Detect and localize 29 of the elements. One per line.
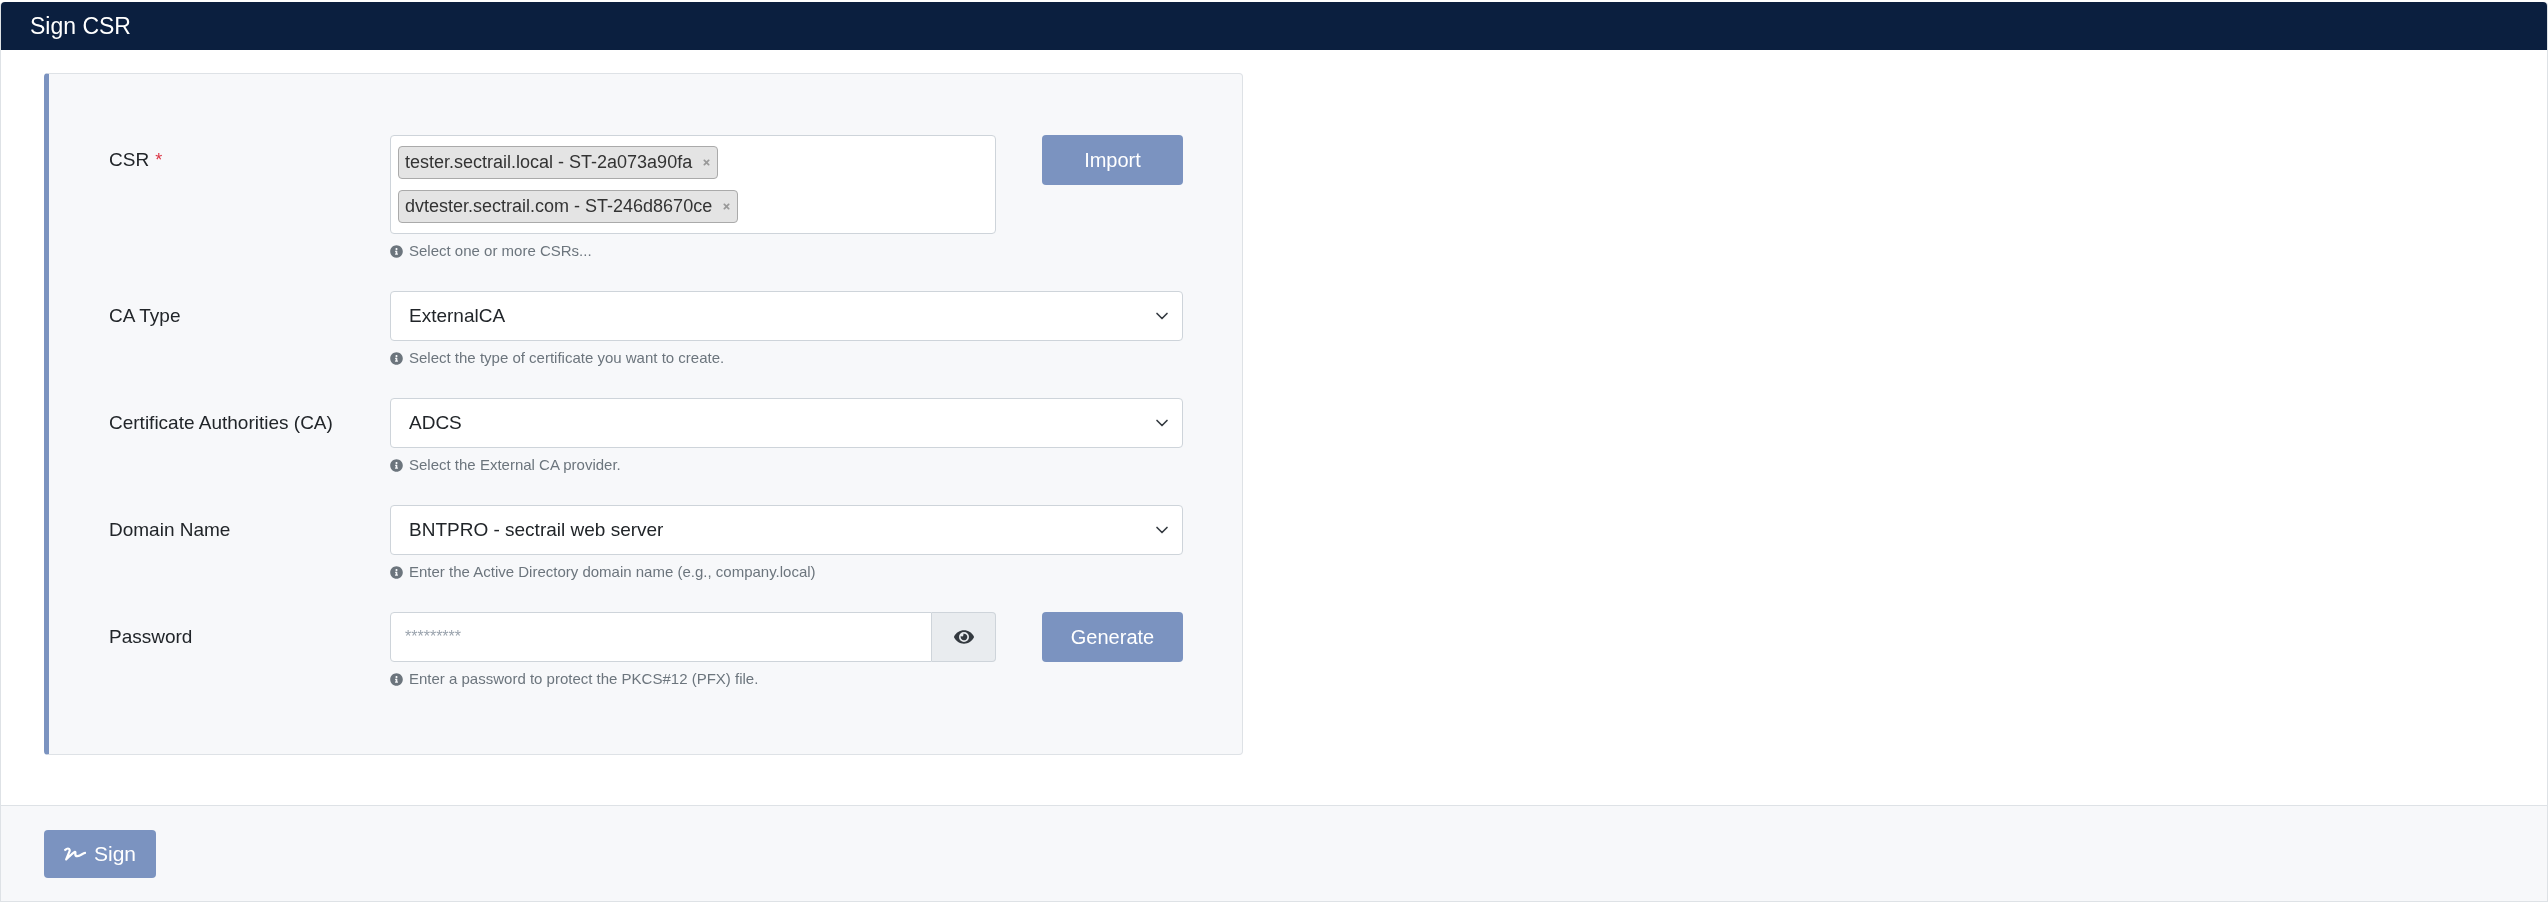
- remove-icon[interactable]: [722, 202, 732, 211]
- dropdown-select[interactable]: ADCS: [390, 398, 1183, 448]
- field-label: CSR: [109, 147, 150, 172]
- info-icon: [390, 351, 403, 365]
- info-icon: [390, 458, 403, 472]
- field-label: Certificate Authorities (CA): [109, 410, 333, 435]
- remove-icon[interactable]: [702, 158, 712, 167]
- help-text: Select the type of certificate you want to create.: [409, 349, 725, 367]
- field-label: Password: [109, 624, 193, 649]
- password-field[interactable]: *********: [390, 612, 932, 662]
- signature-icon: [64, 844, 86, 863]
- show-password-button[interactable]: [932, 612, 996, 662]
- info-icon: [390, 244, 403, 258]
- required-mark: *: [155, 148, 163, 172]
- field-label: CA Type: [109, 303, 181, 328]
- field-label: Domain Name: [109, 517, 231, 542]
- dropdown-select[interactable]: BNTPRO - sectrail web server: [390, 505, 1183, 555]
- csr-tag[interactable]: dvtester.sectrail.com - ST-246d8670ce: [398, 190, 739, 223]
- help-text: Select one or more CSRs...: [409, 242, 592, 260]
- csr-tag-field[interactable]: tester.sectrail.local - ST-2a073a90fa dvtester.sectrail.com - ST-246d8670ce: [390, 135, 996, 234]
- help-text: Select the External CA provider.: [409, 456, 621, 474]
- help-text: Enter a password to protect the PKCS#12 (PFX) file.: [409, 670, 759, 688]
- csr-tag[interactable]: tester.sectrail.local - ST-2a073a90fa: [398, 146, 719, 179]
- page-title: Sign CSR: [30, 11, 131, 41]
- help-text: Enter the Active Directory domain name (e.g., company.local): [409, 563, 816, 581]
- dropdown-select[interactable]: ExternalCA: [390, 291, 1183, 341]
- info-icon: [390, 672, 403, 686]
- eye-icon: [953, 627, 974, 647]
- info-icon: [390, 565, 403, 579]
